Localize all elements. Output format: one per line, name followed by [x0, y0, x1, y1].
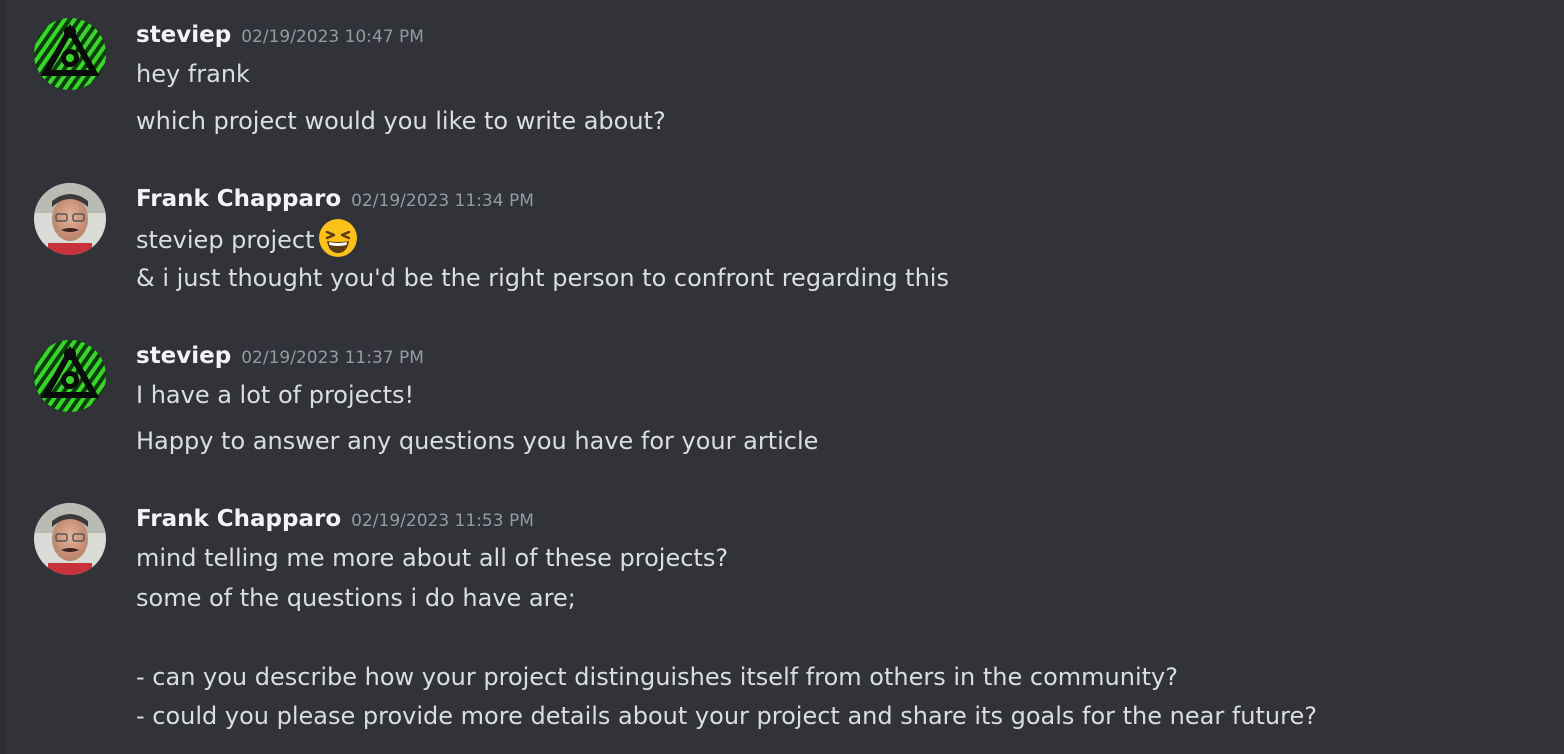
- message-text: - can you describe how your project dist…: [136, 663, 1178, 691]
- message-text: mind telling me more about all of these …: [136, 544, 729, 572]
- message-text: which project would you like to write ab…: [136, 107, 666, 135]
- username[interactable]: Frank Chapparo: [136, 186, 341, 212]
- message-text-content: steviep project: [136, 226, 315, 254]
- message-header: Frank Chapparo 02/19/2023 11:34 PM: [136, 186, 534, 216]
- message-header: steviep 02/19/2023 11:37 PM: [136, 343, 424, 373]
- username[interactable]: steviep: [136, 343, 231, 369]
- message-header: Frank Chapparo 02/19/2023 11:53 PM: [136, 506, 534, 536]
- message-text: I have a lot of projects!: [136, 381, 415, 409]
- message-text: & i just thought you'd be the right pers…: [136, 264, 949, 292]
- message-text: some of the questions i do have are;: [136, 584, 576, 612]
- message-text: Happy to answer any questions you have f…: [136, 427, 819, 455]
- username[interactable]: steviep: [136, 22, 231, 48]
- timestamp: 02/19/2023 11:37 PM: [241, 348, 424, 368]
- scroll-edge: [0, 0, 6, 754]
- message-text: steviep project: [136, 219, 358, 258]
- timestamp: 02/19/2023 11:34 PM: [351, 191, 534, 211]
- message-header: steviep 02/19/2023 10:47 PM: [136, 22, 424, 52]
- message-text: - could you please provide more details …: [136, 702, 1317, 730]
- username[interactable]: Frank Chapparo: [136, 506, 341, 532]
- timestamp: 02/19/2023 10:47 PM: [241, 27, 424, 47]
- green-triangle-eye-avatar[interactable]: [34, 18, 106, 90]
- message-text: hey frank: [136, 60, 250, 88]
- green-triangle-eye-avatar[interactable]: [34, 340, 106, 412]
- person-photo-avatar[interactable]: [34, 183, 106, 255]
- grinning-squinting-face-icon: [319, 219, 358, 257]
- person-photo-avatar[interactable]: [34, 503, 106, 575]
- timestamp: 02/19/2023 11:53 PM: [351, 511, 534, 531]
